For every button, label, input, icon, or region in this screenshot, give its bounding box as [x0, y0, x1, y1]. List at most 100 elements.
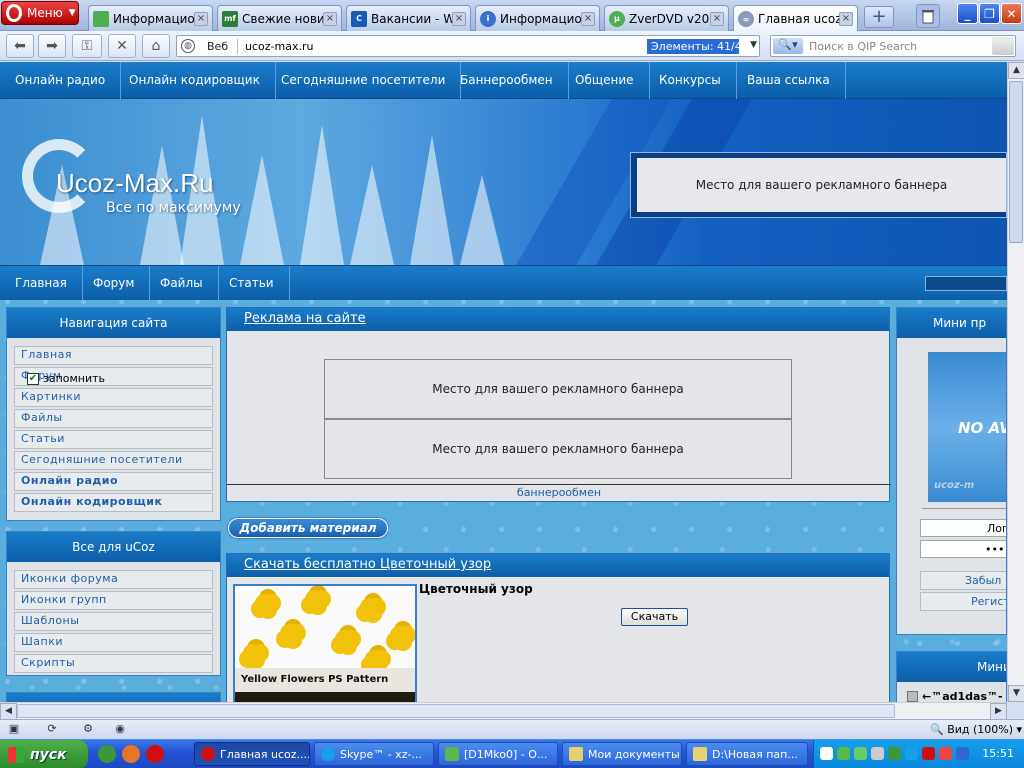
nav-link[interactable]: Файлы — [14, 409, 213, 428]
home-button[interactable]: ⌂ — [142, 34, 170, 58]
minimize-button[interactable]: _ — [957, 3, 978, 24]
register-button[interactable]: Регист — [920, 592, 1006, 611]
scroll-left-icon[interactable]: ◀ — [0, 703, 17, 720]
login-input[interactable]: Лог — [920, 519, 1006, 537]
taskbar-window-item[interactable]: Skype™ - xz-... — [314, 742, 434, 766]
nav-link[interactable]: Сегодняшние посетители — [14, 451, 213, 470]
taskbar-window-item[interactable]: D:\Новая пап... — [686, 742, 808, 766]
taskbar-window-item[interactable]: Главная ucoz.... — [194, 742, 310, 766]
opera-icon[interactable] — [146, 745, 164, 763]
start-button[interactable]: пуск — [0, 740, 88, 768]
ucoz-link[interactable]: Иконки форума — [14, 570, 213, 589]
close-icon[interactable]: × — [194, 11, 208, 26]
new-tab-button[interactable]: + — [864, 6, 894, 28]
top-nav-item[interactable]: Сегодняшние посетители — [266, 62, 462, 99]
panel-toggle-icon[interactable]: ▣ — [6, 722, 22, 737]
remember-me-checkbox[interactable]: ✔ запомнить — [27, 372, 105, 385]
qip-tray-icon[interactable] — [837, 747, 850, 760]
close-icon[interactable]: × — [710, 11, 724, 26]
browser-tab-active[interactable]: ∞ Главная ucoz... × — [733, 5, 858, 32]
ucoz-link[interactable]: Шаблоны — [14, 612, 213, 631]
utorrent-tray-icon[interactable] — [888, 747, 901, 760]
zoom-level[interactable]: 🔍 Вид (100%) ▾ — [930, 723, 1022, 736]
maximize-button[interactable]: ❐ — [979, 3, 1000, 24]
nav-link[interactable]: Онлайн радио — [14, 472, 213, 491]
url-text[interactable]: ucoz-max.ru — [245, 40, 313, 53]
close-window-button[interactable]: ✕ — [1001, 3, 1022, 24]
browser-tab[interactable]: µ ZverDVD v20... × — [604, 5, 729, 31]
nav-link[interactable]: Онлайн кодировщик — [14, 493, 213, 512]
scroll-right-icon[interactable]: ▶ — [990, 703, 1007, 720]
sub-nav-item[interactable]: Форум — [78, 266, 151, 301]
add-material-button[interactable]: Добавить материал — [228, 518, 388, 538]
ads-block-title[interactable]: Реклама на сайте — [227, 308, 889, 331]
top-nav-item[interactable]: Онлайн кодировщик — [114, 62, 276, 99]
site-search-input[interactable] — [925, 276, 1007, 291]
top-nav-item[interactable]: Баннерообмен — [445, 62, 569, 99]
chat-username[interactable]: ←™ad1das™- — [922, 690, 1003, 702]
checkmark-icon[interactable]: ✔ — [27, 372, 39, 385]
opera-menu-button[interactable]: Меню ▼ — [1, 1, 79, 25]
ad-banner[interactable]: Место для вашего рекламного баннера — [324, 419, 792, 479]
close-icon[interactable]: × — [323, 11, 337, 26]
share-icon[interactable]: ⚙ — [80, 722, 96, 737]
nav-link[interactable]: Главная — [14, 346, 213, 365]
firefox-icon[interactable] — [122, 745, 140, 763]
search-field[interactable]: 🔍▾ Поиск в QIP Search — [770, 35, 1016, 57]
sync-icon[interactable]: ⟳ — [44, 722, 60, 737]
site-logo-name[interactable]: Ucoz-Max.Ru — [56, 168, 213, 199]
chevron-down-icon[interactable]: ▼ — [750, 40, 757, 50]
close-icon[interactable]: × — [452, 11, 466, 26]
stop-button[interactable]: ✕ — [108, 34, 136, 58]
address-field[interactable]: ◍ Веб ucoz-max.ru Элементы: 41/42 ▼ — [176, 35, 760, 57]
nav-link[interactable]: Картинки — [14, 388, 213, 407]
signal-icon[interactable] — [854, 747, 867, 760]
browser-tab[interactable]: Информацио... × — [88, 5, 213, 31]
browser-tab[interactable]: i Информацио... × — [475, 5, 600, 31]
pattern-preview-image[interactable]: Yellow Flowers PS Pattern — [233, 584, 417, 702]
sub-nav-item[interactable]: Статьи — [214, 266, 290, 301]
sub-nav-item[interactable]: Главная — [0, 266, 83, 301]
top-nav-item[interactable]: Онлайн радио — [0, 62, 122, 99]
ad-banner[interactable]: Место для вашего рекламного баннера — [324, 359, 792, 419]
volume-icon[interactable] — [871, 747, 884, 760]
search-engine-icon[interactable]: 🔍▾ — [773, 38, 803, 54]
password-input[interactable]: •••• — [920, 540, 1006, 558]
scroll-down-icon[interactable]: ▼ — [1008, 685, 1024, 702]
browser-tab[interactable]: C Вакансии - W... × — [346, 5, 471, 31]
download-button[interactable]: Скачать — [621, 608, 688, 626]
top-nav-item[interactable]: Общение — [560, 62, 650, 99]
download-block-title[interactable]: Скачать бесплатно Цветочный узор — [227, 554, 889, 577]
language-flag-icon[interactable] — [956, 747, 969, 760]
browser-tab[interactable]: mf Свежие нови... × — [217, 5, 342, 31]
top-nav-item[interactable]: Конкурсы — [644, 62, 737, 99]
opera-tray-icon[interactable] — [939, 747, 952, 760]
taskbar-window-item[interactable]: [D1Mko0] - О... — [438, 742, 558, 766]
turbo-icon[interactable]: ◉ — [112, 722, 128, 737]
search-go-button[interactable] — [992, 37, 1014, 55]
taskbar-window-item[interactable]: Мои документы — [562, 742, 682, 766]
elements-badge[interactable]: Элементы: 41/42 — [647, 39, 749, 54]
top-nav-item[interactable]: Ваша ссылка — [732, 62, 846, 99]
horizontal-scrollbar[interactable]: ◀ ▶ — [0, 702, 1007, 720]
clock[interactable]: 15:51 — [982, 747, 1014, 760]
utorrent-icon[interactable] — [98, 745, 116, 763]
back-button[interactable]: ⬅ — [6, 34, 34, 58]
banner-exchange-link[interactable]: баннерообмен — [227, 484, 891, 501]
ucoz-link[interactable]: Скрипты — [14, 654, 213, 673]
forgot-password-button[interactable]: Забыл — [920, 571, 1006, 590]
key-icon[interactable]: ⚿ — [72, 34, 102, 58]
scroll-up-icon[interactable]: ▲ — [1008, 62, 1024, 79]
nav-link[interactable]: Статьи — [14, 430, 213, 449]
tray-expand-icon[interactable] — [820, 747, 833, 760]
ucoz-link[interactable]: Иконки групп — [14, 591, 213, 610]
forward-button[interactable]: ➡ — [38, 34, 66, 58]
skype-tray-icon[interactable] — [905, 747, 918, 760]
close-icon[interactable]: × — [839, 12, 853, 26]
ucoz-link[interactable]: Шапки — [14, 633, 213, 652]
sub-nav-item[interactable]: Файлы — [145, 266, 219, 301]
antivirus-icon[interactable] — [922, 747, 935, 760]
trash-icon[interactable] — [916, 4, 940, 28]
scrollbar-thumb[interactable] — [1009, 81, 1023, 243]
close-icon[interactable]: × — [581, 11, 595, 26]
